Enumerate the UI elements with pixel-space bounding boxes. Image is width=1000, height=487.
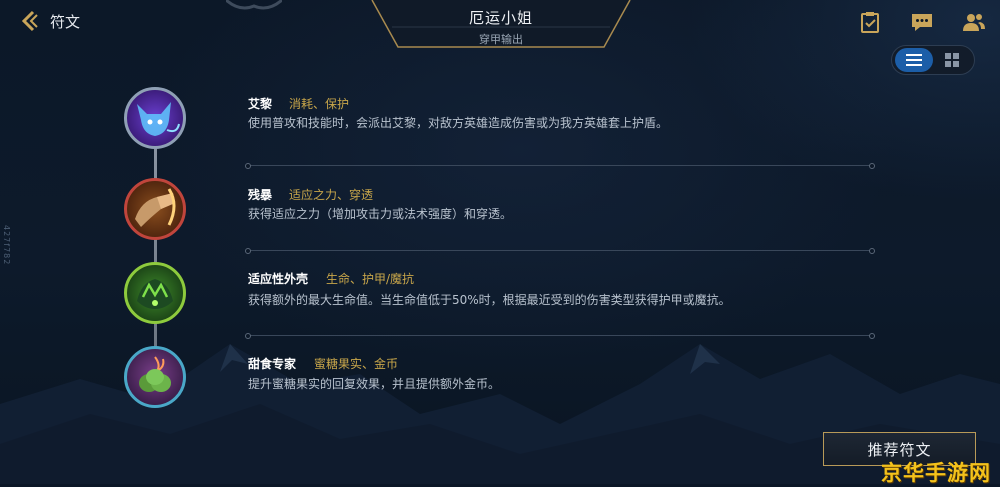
aery-spirit-icon[interactable] bbox=[124, 87, 186, 149]
page-subtitle: 穿甲输出 bbox=[479, 33, 523, 46]
adaptive-shell-icon[interactable] bbox=[124, 262, 186, 324]
rune-description: 获得额外的最大生命值。当生命值低于50%时，根据最近受到的伤害类型获得护甲或魔抗… bbox=[248, 293, 731, 307]
back-button[interactable]: 符文 bbox=[18, 8, 102, 34]
rune-track bbox=[154, 140, 157, 370]
rune-name: 适应性外壳 bbox=[248, 272, 309, 286]
chat-icon[interactable] bbox=[910, 11, 934, 33]
back-chevron-icon bbox=[21, 10, 38, 32]
grid-view-icon bbox=[945, 53, 959, 67]
honey-fruit-icon[interactable] bbox=[124, 346, 186, 408]
top-decoration bbox=[226, 0, 282, 10]
divider bbox=[245, 163, 875, 169]
title-plate: 厄运小姐 穿甲输出 bbox=[370, 0, 632, 50]
divider bbox=[245, 248, 875, 254]
rune-description: 获得适应之力（增加攻击力或法术强度）和穿透。 bbox=[248, 207, 513, 221]
rune-tags: 生命、护甲/魔抗 bbox=[326, 272, 415, 286]
list-view-button[interactable] bbox=[895, 48, 933, 72]
brutal-fist-icon[interactable] bbox=[124, 178, 186, 240]
rune-name: 残暴 bbox=[248, 188, 273, 202]
grid-view-button[interactable] bbox=[933, 48, 971, 72]
rune-tags: 蜜糖果实、金币 bbox=[314, 357, 399, 371]
rune-name: 艾黎 bbox=[248, 97, 273, 111]
view-toggle bbox=[891, 45, 975, 75]
divider bbox=[245, 333, 875, 339]
rune-tags: 消耗、保护 bbox=[289, 97, 350, 111]
back-label: 符文 bbox=[50, 12, 81, 31]
rune-name: 甜食专家 bbox=[248, 357, 297, 371]
page-title: 厄运小姐 bbox=[468, 9, 533, 27]
rune-description: 提升蜜糖果实的回复效果，并且提供额外金币。 bbox=[248, 377, 501, 391]
side-code: 427f782 bbox=[2, 225, 11, 266]
rune-description: 使用普攻和技能时，会派出艾黎，对敌方英雄造成伤害或为我方英雄套上护盾。 bbox=[248, 116, 669, 130]
list-view-icon bbox=[906, 54, 922, 66]
clipboard-check-icon[interactable] bbox=[858, 11, 882, 33]
watermark: 京华手游网 bbox=[881, 461, 991, 485]
friends-icon[interactable] bbox=[962, 11, 986, 33]
rune-tags: 适应之力、穿透 bbox=[289, 188, 374, 202]
